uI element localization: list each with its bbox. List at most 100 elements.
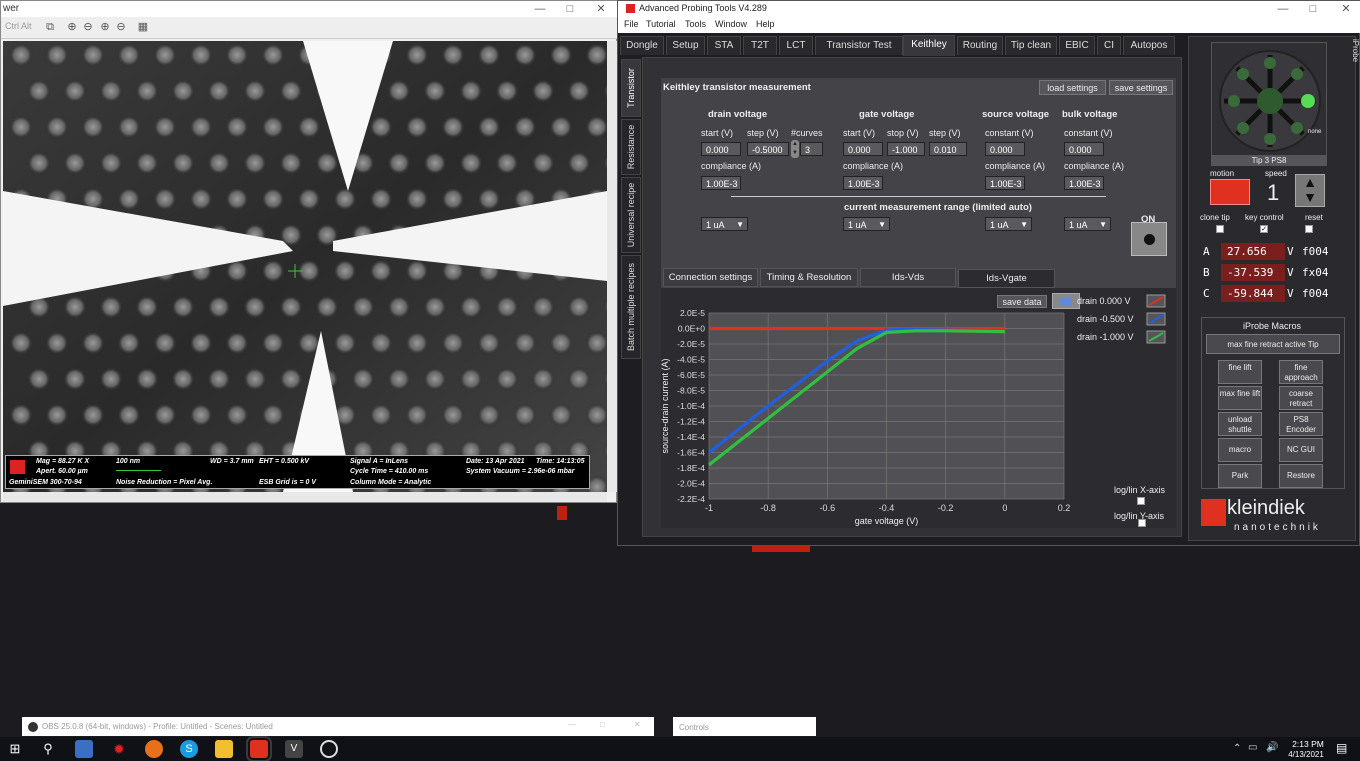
macro-button[interactable]: macro <box>1218 438 1262 462</box>
clone-tip-checkbox[interactable] <box>1216 225 1224 233</box>
copy-icon[interactable]: ⧉ <box>43 20 57 34</box>
tab-dongle[interactable]: Dongle <box>620 36 664 55</box>
max-fine-retract-button[interactable]: max fine retract active Tip <box>1206 334 1340 354</box>
tab-ebic[interactable]: EBIC <box>1059 36 1095 55</box>
network-icon[interactable]: ▭ <box>1248 742 1257 753</box>
menu-window[interactable]: Window <box>715 19 747 29</box>
side-tab-batch[interactable]: Batch multiple recipes <box>621 255 641 359</box>
source-compliance-input[interactable]: 1.00E-3 <box>985 176 1025 190</box>
key-control-checkbox[interactable]: ✓ <box>1260 225 1268 233</box>
gate-start-input[interactable]: 0.000 <box>843 142 883 156</box>
coarse-retract-button[interactable]: coarse retract <box>1279 386 1323 410</box>
tab-t2t[interactable]: T2T <box>743 36 777 55</box>
motion-indicator[interactable] <box>1210 179 1250 205</box>
gate-step-input[interactable]: 0.010 <box>929 142 967 156</box>
ids-vgate-chart[interactable]: -1 -0.8 -0.6 -0.4 -0.2 0 0.2 2.0E-5 0.0E+0 -2.0E-… <box>661 288 1176 528</box>
close-icon[interactable]: ✕ <box>1331 1 1360 17</box>
tab-autopos[interactable]: Autopos <box>1123 36 1175 55</box>
drain-step-input[interactable]: -0.5000 <box>747 142 789 156</box>
save-settings-button[interactable]: save settings <box>1109 80 1173 95</box>
curves-spinner[interactable]: ▲ ▼ <box>791 140 799 158</box>
app-icon[interactable]: ✹ <box>110 740 128 758</box>
menu-file[interactable]: File <box>624 19 639 29</box>
source-range-select[interactable]: 1 uA <box>985 217 1032 232</box>
start-icon[interactable]: ⊞ <box>6 740 24 758</box>
ps8-encoder-button[interactable]: PS8 Encoder <box>1279 412 1323 436</box>
minimize-icon[interactable]: — <box>1268 1 1298 17</box>
maximize-icon[interactable]: □ <box>600 720 605 729</box>
minimize-icon[interactable]: — <box>525 1 555 17</box>
unload-shuttle-button[interactable]: unload shuttle <box>1218 412 1262 436</box>
restore-button[interactable]: Restore <box>1279 464 1323 488</box>
side-tab-universal-recipe[interactable]: Universal recipe <box>621 177 641 253</box>
tab-tip-clean[interactable]: Tip clean <box>1005 36 1057 55</box>
tab-sta[interactable]: STA <box>707 36 741 55</box>
drain-start-input[interactable]: 0.000 <box>701 142 741 156</box>
sem-horizontal-scrollbar[interactable] <box>3 492 607 502</box>
loglin-x-checkbox[interactable] <box>1137 497 1145 505</box>
nc-gui-button[interactable]: NC GUI <box>1279 438 1323 462</box>
power-toggle-button[interactable] <box>1131 222 1167 256</box>
apt-taskbar-icon[interactable] <box>246 736 272 761</box>
park-button[interactable]: Park <box>1218 464 1262 488</box>
drain-compliance-input[interactable]: 1.00E-3 <box>701 176 741 190</box>
fullscreen-icon[interactable]: ▦ <box>136 20 150 34</box>
fine-approach-button[interactable]: fine approach <box>1279 360 1323 384</box>
save-app-icon[interactable] <box>75 740 93 758</box>
bulk-compliance-input[interactable]: 1.00E-3 <box>1064 176 1104 190</box>
chevron-up-icon[interactable]: ⌃ <box>1233 743 1241 754</box>
menu-tutorial[interactable]: Tutorial <box>646 19 676 29</box>
side-tab-transistor[interactable]: Transistor <box>621 59 641 117</box>
bulk-constant-input[interactable]: 0.000 <box>1064 142 1104 156</box>
reset-checkbox[interactable] <box>1305 225 1313 233</box>
close-icon[interactable]: ✕ <box>586 1 616 17</box>
notification-icon[interactable]: ▤ <box>1336 741 1347 755</box>
sem-vertical-scrollbar[interactable] <box>607 41 617 492</box>
search-icon[interactable]: ⚲ <box>39 740 57 758</box>
zoom-reset-icon[interactable]: ⊖ <box>114 20 128 34</box>
menu-help[interactable]: Help <box>756 19 775 29</box>
menu-tools[interactable]: Tools <box>685 19 706 29</box>
obs-controls-dock[interactable]: Controls <box>673 717 816 736</box>
gate-stop-input[interactable]: -1.000 <box>887 142 925 156</box>
gate-compliance-input[interactable]: 1.00E-3 <box>843 176 883 190</box>
tab-setup[interactable]: Setup <box>666 36 705 55</box>
drain-curves-input[interactable]: 3 <box>800 142 823 156</box>
subtab-connection-settings[interactable]: Connection settings <box>663 268 758 287</box>
subtab-ids-vds[interactable]: Ids-Vds <box>860 268 956 287</box>
max-fine-lift-button[interactable]: max fine lift <box>1218 386 1262 410</box>
maximize-icon[interactable]: □ <box>555 1 585 17</box>
subtab-ids-vgate[interactable]: Ids-Vgate <box>958 269 1055 288</box>
source-constant-input[interactable]: 0.000 <box>985 142 1025 156</box>
maximize-icon[interactable]: □ <box>1298 1 1328 17</box>
tab-lct[interactable]: LCT <box>779 36 813 55</box>
tab-transistor-test[interactable]: Transistor Test <box>815 36 903 55</box>
tab-ci[interactable]: CI <box>1097 36 1121 55</box>
file-explorer-icon[interactable] <box>215 740 233 758</box>
loglin-y-checkbox[interactable] <box>1138 519 1146 527</box>
vs-icon[interactable]: V <box>285 740 303 758</box>
load-settings-button[interactable]: load settings <box>1039 80 1106 95</box>
minimize-icon[interactable]: — <box>568 720 576 729</box>
obs-window-bar[interactable]: OBS 25.0.8 (64-bit, windows) - Profile: … <box>22 717 654 736</box>
zoom-out-icon[interactable]: ⊖ <box>81 20 95 34</box>
tab-keithley[interactable]: Keithley <box>903 35 955 56</box>
close-icon[interactable]: ✕ <box>634 720 641 729</box>
sem-image[interactable] <box>3 41 607 492</box>
tab-routing[interactable]: Routing <box>957 36 1003 55</box>
skype-icon[interactable]: S <box>180 740 198 758</box>
iprobe-side-tab[interactable]: iProbe <box>1351 39 1360 99</box>
zoom-fit-icon[interactable]: ⊕ <box>98 20 112 34</box>
clock-date[interactable]: 4/13/2021 <box>1284 750 1328 759</box>
tip-selector[interactable]: none <box>1211 42 1327 158</box>
clock-time[interactable]: 2:13 PM <box>1288 739 1328 749</box>
bulk-range-select[interactable]: 1 uA <box>1064 217 1111 232</box>
subtab-timing-resolution[interactable]: Timing & Resolution <box>760 268 858 287</box>
firefox-icon[interactable] <box>145 740 163 758</box>
drain-range-select[interactable]: 1 uA <box>701 217 748 232</box>
side-tab-resistance[interactable]: Resistance <box>621 119 641 175</box>
obs-taskbar-icon[interactable] <box>320 740 338 758</box>
gate-range-select[interactable]: 1 uA <box>843 217 890 232</box>
speed-stepper[interactable]: ▲ ▼ <box>1295 174 1325 207</box>
fine-lift-button[interactable]: fine lift <box>1218 360 1262 384</box>
